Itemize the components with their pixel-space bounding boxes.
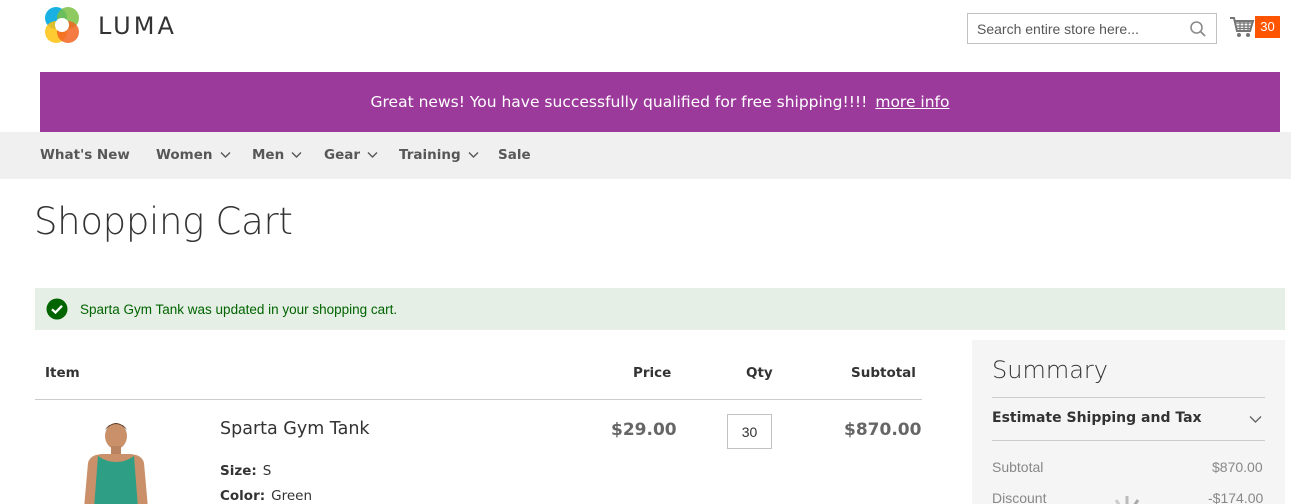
promo-text: Great news! You have successfully qualif…: [370, 93, 868, 111]
product-option-size: Size: S: [220, 463, 271, 479]
divider: [992, 440, 1265, 441]
summary-discount-label: Discount: [992, 490, 1047, 504]
main-nav: What's New Women Men Gear Training Sale: [0, 132, 1291, 179]
summary-title: Summary: [992, 356, 1108, 384]
nav-item-whats-new[interactable]: What's New: [40, 132, 130, 179]
promo-banner: Great news! You have successfully qualif…: [40, 72, 1280, 132]
more-info-link[interactable]: more info: [875, 93, 949, 111]
luma-logo-icon: [45, 7, 79, 43]
cart-icon[interactable]: [1229, 15, 1255, 39]
divider: [35, 399, 922, 400]
nav-item-label: Training: [399, 147, 461, 163]
option-value: S: [262, 463, 272, 479]
option-value: Green: [271, 488, 313, 504]
chevron-down-icon: [220, 152, 231, 158]
divider: [992, 397, 1265, 398]
search-box[interactable]: [967, 13, 1217, 44]
nav-item-label: Sale: [498, 147, 531, 163]
product-name-link[interactable]: Sparta Gym Tank: [220, 419, 370, 439]
order-summary: Summary Estimate Shipping and Tax Subtot…: [972, 340, 1285, 504]
column-header-qty: Qty: [746, 365, 773, 381]
page-header: LUMA 30: [0, 0, 1291, 72]
qty-input[interactable]: [727, 414, 772, 449]
nav-item-gear[interactable]: Gear: [324, 132, 378, 179]
nav-item-training[interactable]: Training: [399, 132, 479, 179]
item-price: $29.00: [611, 420, 677, 440]
option-label: Color:: [220, 488, 266, 504]
logo-text: LUMA: [98, 12, 177, 40]
nav-item-label: What's New: [40, 147, 130, 163]
search-icon[interactable]: [1189, 20, 1207, 38]
cart-count-badge[interactable]: 30: [1255, 16, 1280, 38]
summary-subtotal-label: Subtotal: [992, 459, 1044, 475]
nav-item-men[interactable]: Men: [252, 132, 302, 179]
nav-item-women[interactable]: Women: [156, 132, 231, 179]
page-title: Shopping Cart: [34, 200, 293, 243]
product-image[interactable]: [68, 418, 164, 504]
check-circle-icon: [46, 298, 68, 320]
product-option-color: Color: Green: [220, 488, 312, 504]
chevron-down-icon: [468, 152, 479, 158]
nav-item-label: Gear: [324, 147, 361, 163]
item-subtotal: $870.00: [844, 420, 922, 440]
chevron-down-icon[interactable]: [1249, 415, 1262, 424]
option-label: Size:: [220, 463, 257, 479]
column-header-subtotal: Subtotal: [851, 365, 916, 381]
loading-spinner-icon: [1114, 496, 1140, 504]
summary-discount-value: -$174.00: [1208, 490, 1264, 504]
estimate-shipping-toggle[interactable]: Estimate Shipping and Tax: [992, 410, 1202, 426]
success-message-text: Sparta Gym Tank was updated in your shop…: [80, 301, 398, 317]
column-header-price: Price: [633, 365, 672, 381]
nav-item-label: Women: [156, 147, 213, 163]
summary-subtotal-value: $870.00: [1212, 459, 1263, 475]
store-logo[interactable]: LUMA: [40, 4, 177, 48]
success-message: Sparta Gym Tank was updated in your shop…: [35, 288, 1285, 330]
nav-item-sale[interactable]: Sale: [498, 132, 531, 179]
chevron-down-icon: [367, 152, 378, 158]
chevron-down-icon: [291, 152, 302, 158]
search-input[interactable]: [968, 14, 1178, 43]
column-header-item: Item: [45, 365, 80, 381]
nav-item-label: Men: [252, 147, 285, 163]
